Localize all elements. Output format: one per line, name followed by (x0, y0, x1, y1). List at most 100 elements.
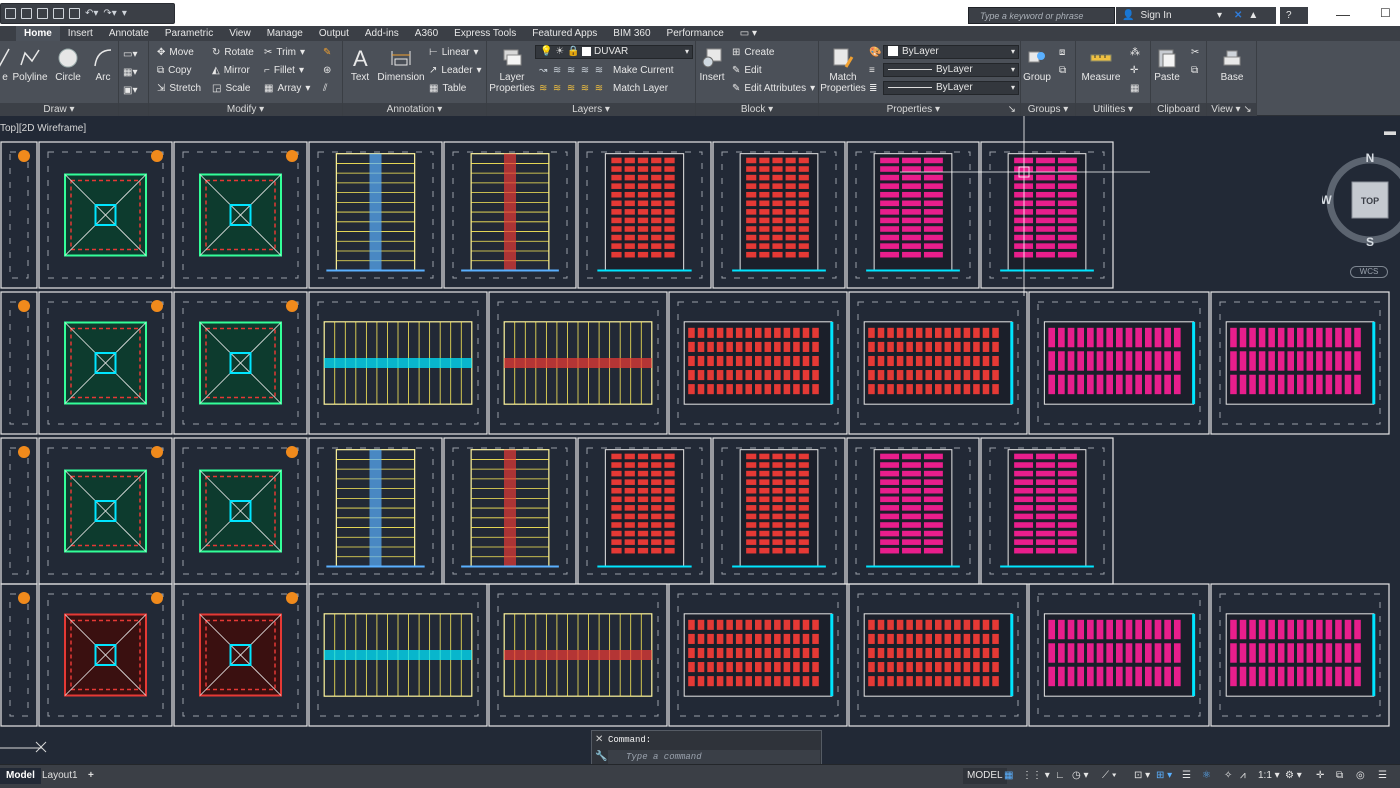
viewcube[interactable]: TOP N S W (1322, 152, 1400, 248)
ribbon-minimize-icon[interactable]: ▭ ▾ (732, 26, 765, 41)
isolate-objects-icon[interactable]: ⧉ (1336, 768, 1343, 784)
tab-a360[interactable]: A360 (407, 26, 446, 41)
tab-featured-apps[interactable]: Featured Apps (524, 26, 605, 41)
create-block-button[interactable]: ⊞ Create (732, 47, 774, 58)
erase-icon[interactable]: ✎ (323, 47, 331, 58)
annotation-scale-icon[interactable]: ⚛ (1202, 768, 1211, 784)
new-icon[interactable] (5, 8, 16, 19)
draw-panel-title[interactable]: Draw ▾ (0, 103, 118, 116)
annotation-visibility-icon[interactable]: ⊞ ▾ (1156, 768, 1172, 784)
table-button[interactable]: ▦ Table (429, 83, 466, 94)
isodraft-icon[interactable]: ⟋ ▾ (1102, 768, 1117, 784)
region-icon[interactable]: ▣▾ (123, 85, 137, 96)
ungroup-icon[interactable]: ⧈ (1059, 47, 1065, 58)
hatch-icon[interactable]: ▦▾ (123, 67, 137, 78)
viewport-minimize-icon[interactable]: ▬ (1384, 124, 1396, 138)
annotation-plus-icon[interactable]: ✛ (1316, 768, 1324, 784)
customize-qat-icon[interactable]: ▾ (122, 8, 127, 19)
paste-button[interactable]: Paste (1147, 45, 1187, 83)
save-as-icon[interactable] (53, 8, 64, 19)
base-view-button[interactable]: Base (1210, 45, 1254, 83)
clipboard-panel-title[interactable]: Clipboard (1151, 103, 1206, 116)
redo-icon[interactable]: ↷▾ (103, 8, 116, 19)
compass-north[interactable]: N (1366, 152, 1375, 165)
tab-express-tools[interactable]: Express Tools (446, 26, 524, 41)
annotation-monitor-icon[interactable]: ⩘ (1240, 768, 1246, 784)
add-layout-button[interactable]: + (82, 768, 100, 784)
tab-model[interactable]: Model (0, 768, 41, 784)
quick-select-icon[interactable]: ⁂ (1130, 47, 1140, 58)
explode-icon[interactable]: ⊛ (323, 65, 331, 76)
insert-button[interactable]: Insert (690, 45, 734, 83)
make-current-button[interactable]: Make Current (613, 65, 674, 76)
linear-button[interactable]: ⊢ Linear ▾ (429, 47, 479, 58)
customization-icon[interactable]: ☰ (1378, 768, 1387, 784)
lineweight-toggle-icon[interactable]: ☰ (1182, 768, 1191, 784)
snap-icon[interactable]: ⋮⋮ ▾ (1022, 768, 1050, 784)
view-panel-title[interactable]: View ▾ ↘ (1207, 103, 1256, 116)
open-icon[interactable] (21, 8, 32, 19)
layer-properties-button[interactable]: Layer Properties (489, 45, 535, 94)
compass-south[interactable]: S (1366, 235, 1374, 248)
stretch-button[interactable]: ⇲ Stretch (157, 83, 201, 94)
help-button[interactable]: ? (1280, 7, 1308, 24)
copy-button[interactable]: ⧉ Copy (157, 65, 192, 76)
properties-panel-title[interactable]: Properties ▾ ↘ (819, 103, 1020, 116)
tab-output[interactable]: Output (311, 26, 357, 41)
print-icon[interactable] (69, 8, 80, 19)
rectangle-icon[interactable]: ▭▾ (123, 49, 137, 60)
wrench-icon[interactable]: 🔧 (595, 751, 607, 762)
ortho-icon[interactable]: ∟ (1055, 768, 1065, 784)
modify-panel-title[interactable]: Modify ▾ (149, 103, 342, 116)
layer-dropdown[interactable]: 💡 ☀ 🔒 DUVAR ▾ (535, 45, 693, 59)
annotation-panel-title[interactable]: Annotation ▾ (343, 103, 486, 116)
exchange-apps-button[interactable]: ✕ ▲ (1228, 7, 1276, 24)
color-dropdown[interactable]: ByLayer ▾ (883, 45, 1019, 59)
search-input[interactable]: Type a keyword or phrase (968, 7, 1115, 24)
id-point-icon[interactable]: ✛ (1130, 65, 1138, 76)
dimension-button[interactable]: Dimension (377, 45, 425, 83)
lineweight-dropdown[interactable]: ByLayer ▾ (883, 81, 1019, 95)
command-input[interactable]: Type a command (608, 750, 820, 764)
linetype-dropdown[interactable]: ByLayer ▾ (883, 63, 1019, 77)
annotation-autoscale-icon[interactable]: ✧ (1224, 768, 1232, 784)
tab-bim-360[interactable]: BIM 360 (605, 26, 658, 41)
tab-parametric[interactable]: Parametric (157, 26, 221, 41)
group-edit-icon[interactable]: ⧉ (1059, 65, 1066, 76)
tab-annotate[interactable]: Annotate (101, 26, 157, 41)
text-button[interactable]: A Text (339, 45, 381, 83)
array-button[interactable]: ▦ Array ▾ (264, 83, 310, 94)
offset-icon[interactable]: ⫽ (323, 83, 327, 94)
hardware-acceleration-icon[interactable]: ◎ (1356, 768, 1365, 784)
tab-home[interactable]: Home (16, 26, 60, 41)
save-icon[interactable] (37, 8, 48, 19)
tab-add-ins[interactable]: Add-ins (357, 26, 407, 41)
osnap-icon[interactable]: ⊡ ▾ (1134, 768, 1150, 784)
close-icon[interactable]: ✕ (595, 734, 603, 745)
calculator-icon[interactable]: ▦ (1130, 83, 1139, 94)
tab-manage[interactable]: Manage (259, 26, 311, 41)
leader-button[interactable]: ↗ Leader ▾ (429, 65, 482, 76)
maximize-button[interactable]: ☐ (1380, 6, 1391, 20)
measure-button[interactable]: Measure (1078, 45, 1124, 83)
mirror-button[interactable]: ◭ Mirror (212, 65, 250, 76)
dialog-launcher-icon[interactable]: ↘ (1008, 103, 1016, 116)
minimize-button[interactable]: — (1336, 6, 1350, 22)
sign-in-button[interactable]: 👤 Sign In ▾ (1116, 7, 1228, 24)
match-properties-button[interactable]: Match Properties (819, 45, 867, 94)
edit-block-button[interactable]: ✎ Edit (732, 65, 762, 76)
layer-tools-row-1[interactable]: ↝ ≋ ≋ ≋ ≋ (539, 65, 603, 76)
workspace-gear-icon[interactable]: ⚙ ▾ (1285, 768, 1302, 784)
undo-icon[interactable]: ↶▾ (85, 8, 98, 19)
utilities-panel-title[interactable]: Utilities ▾ (1076, 103, 1150, 116)
rotate-button[interactable]: ↻ Rotate (212, 47, 254, 58)
layer-tools-row-2[interactable]: ≋ ≋ ≋ ≋ ≋ (539, 83, 603, 94)
fillet-button[interactable]: ⌐ Fillet ▾ (264, 65, 304, 76)
model-space-button[interactable]: MODEL (963, 768, 1007, 784)
layers-panel-title[interactable]: Layers ▾ (487, 103, 695, 116)
cut-icon[interactable]: ✂ (1191, 47, 1199, 58)
tab-insert[interactable]: Insert (60, 26, 101, 41)
trim-button[interactable]: ✂ Trim ▾ (264, 47, 305, 58)
match-layer-button[interactable]: Match Layer (613, 83, 668, 94)
scale-button[interactable]: ◲ Scale (212, 83, 250, 94)
